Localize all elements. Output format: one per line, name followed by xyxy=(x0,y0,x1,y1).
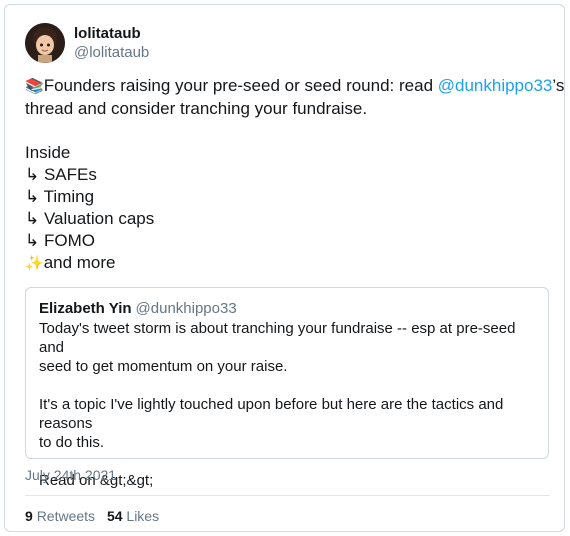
tweet-line: ↳ Timing xyxy=(25,187,95,206)
likes-count[interactable]: 54 xyxy=(107,508,123,524)
quoted-line: seed to get momentum on your raise. xyxy=(39,358,288,375)
memoji-avatar-icon xyxy=(25,23,65,63)
tweet-line: 📚Founders raising your pre-seed or seed … xyxy=(25,75,564,98)
retweets-count[interactable]: 9 xyxy=(25,508,33,524)
retweets-label[interactable]: Retweets xyxy=(37,508,95,524)
tweet-line: ↳ SAFEs xyxy=(25,165,97,184)
author-handle[interactable]: @lolitataub xyxy=(74,43,149,62)
tweet-line: ✨and more xyxy=(25,252,550,275)
quoted-line: Today's tweet storm is about tranching y… xyxy=(39,320,516,356)
quoted-tweet-text: Today's tweet storm is about tranching y… xyxy=(39,319,535,490)
tweet-line: Inside xyxy=(25,143,71,162)
tweet-line-suffix: ’s xyxy=(552,76,565,95)
quoted-tweet[interactable]: Elizabeth Yin @dunkhippo33 Today's tweet … xyxy=(25,287,549,489)
books-icon: 📚 xyxy=(25,78,44,95)
sparkles-icon: ✨ xyxy=(25,255,44,272)
tweet-text: 📚Founders raising your pre-seed or seed … xyxy=(25,75,564,275)
tweet-line xyxy=(25,120,550,142)
quoted-author-handle[interactable]: @dunkhippo33 xyxy=(136,300,237,317)
author-name[interactable]: lolitataub xyxy=(74,24,149,43)
tweet-line: ↳ FOMO xyxy=(25,231,95,250)
tweet-card: lolitataub @lolitataub 📚Founders raising… xyxy=(4,4,565,532)
quoted-line xyxy=(39,376,535,395)
tweet-line: thread and consider tranching your fundr… xyxy=(25,99,368,118)
avatar[interactable] xyxy=(25,23,65,63)
likes-label[interactable]: Likes xyxy=(126,508,159,524)
divider xyxy=(25,495,550,496)
tweet-line-text: Founders raising your pre-seed or seed r… xyxy=(43,76,438,95)
quoted-tweet-header: Elizabeth Yin @dunkhippo33 xyxy=(39,300,535,318)
quoted-line: It's a topic I've lightly touched upon b… xyxy=(39,396,504,432)
tweet-stats: 9 Retweets 54 Likes xyxy=(25,508,159,524)
tweet-header: lolitataub @lolitataub xyxy=(25,21,149,65)
quoted-line: to do this. xyxy=(39,434,105,451)
quoted-author-name[interactable]: Elizabeth Yin xyxy=(39,300,132,317)
tweet-line: ↳ Valuation caps xyxy=(25,209,155,228)
tweet-date[interactable]: July 24th 2021 xyxy=(25,467,116,483)
mention-link[interactable]: @dunkhippo33 xyxy=(438,76,553,95)
tweet-line-text: and more xyxy=(43,253,116,272)
